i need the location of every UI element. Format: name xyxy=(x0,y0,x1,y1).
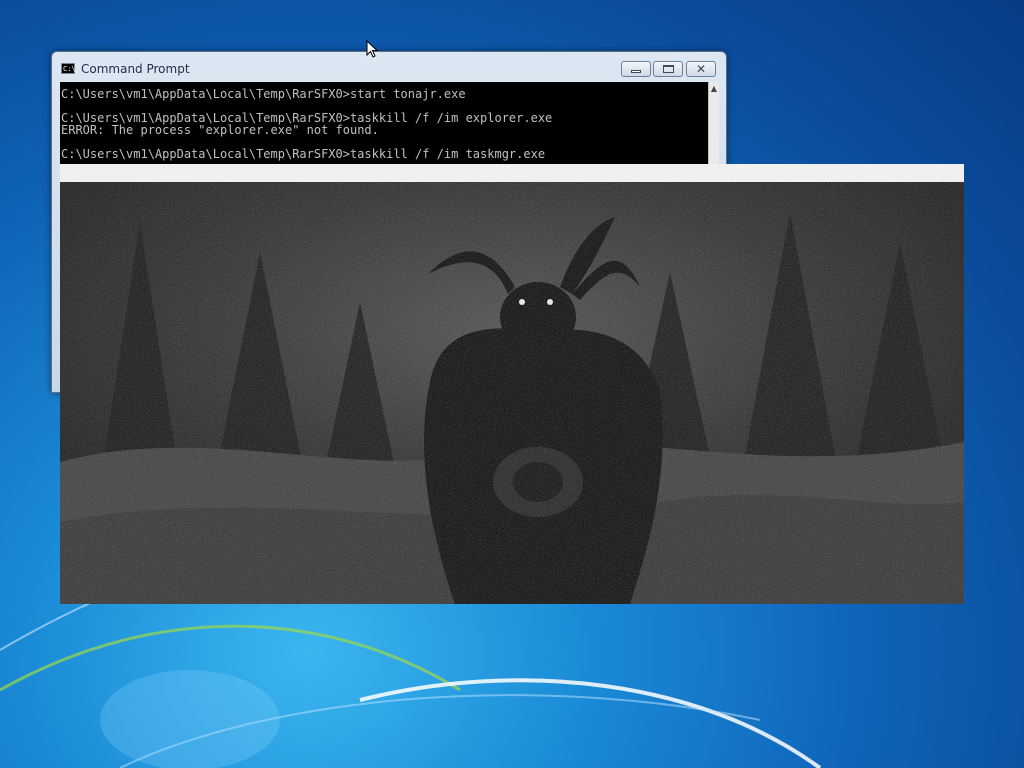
image-window-header xyxy=(60,164,964,182)
command-prompt-titlebar[interactable]: C:\ Command Prompt ✕ xyxy=(52,52,726,80)
cmd-icon: C:\ xyxy=(61,63,76,74)
scroll-up-arrow-icon[interactable]: ▲ xyxy=(709,82,719,96)
minimize-icon xyxy=(631,70,641,73)
dark-horned-creature-in-forest xyxy=(60,182,964,604)
minimize-button[interactable] xyxy=(621,61,651,77)
maximize-icon xyxy=(663,65,674,73)
window-title: Command Prompt xyxy=(81,62,190,76)
maximize-button[interactable] xyxy=(653,61,683,77)
console-line: C:\Users\vm1\AppData\Local\Temp\RarSFX0>… xyxy=(61,147,546,161)
close-icon: ✕ xyxy=(695,62,707,76)
arrow-cursor-icon xyxy=(366,40,378,58)
console-line: ERROR: The process "explorer.exe" not fo… xyxy=(61,123,379,137)
close-button[interactable]: ✕ xyxy=(686,61,716,77)
desktop: C:\ Command Prompt ✕ C:\Users\vm1\AppDat… xyxy=(0,0,1024,768)
creature-image xyxy=(60,182,964,604)
console-line: C:\Users\vm1\AppData\Local\Temp\RarSFX0>… xyxy=(61,87,466,101)
image-viewer-window[interactable] xyxy=(60,164,964,604)
